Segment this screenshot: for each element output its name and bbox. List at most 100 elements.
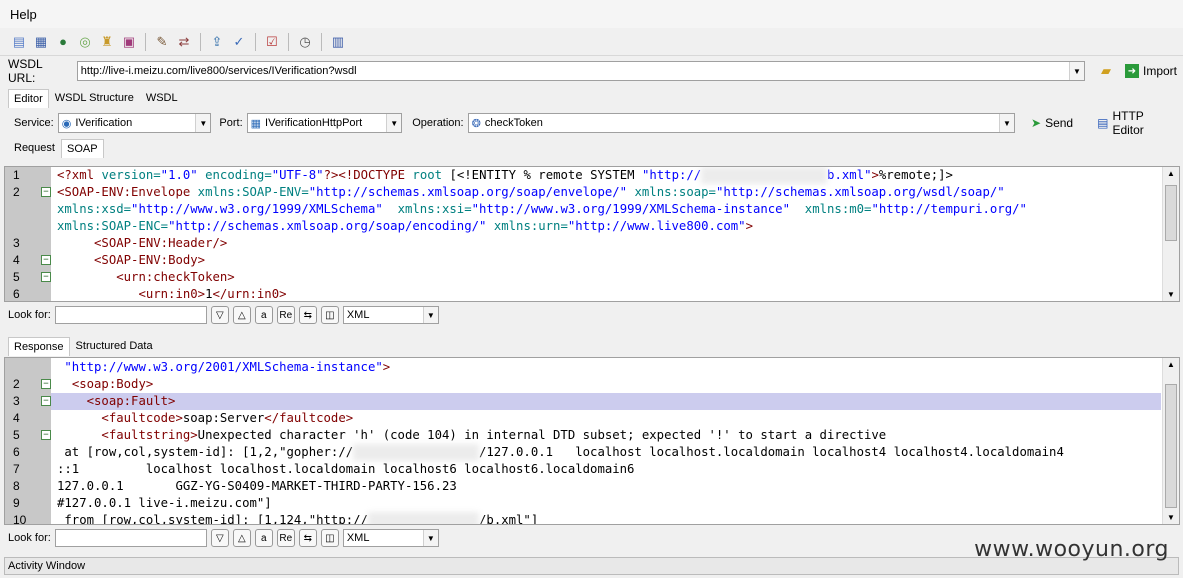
fold-toggle-icon[interactable]: − <box>41 187 51 197</box>
new-icon[interactable]: ▤ <box>10 33 28 51</box>
open-icon[interactable]: ▦ <box>32 33 50 51</box>
send-button[interactable]: ➤ Send <box>1025 116 1079 130</box>
operation-select[interactable]: ❂ checkToken ▼ <box>467 113 1016 133</box>
find-down-icon[interactable]: ▽ <box>210 529 229 547</box>
request-line[interactable]: 1 <?xml version="1.0" encoding="UTF-8"?><… <box>5 167 1161 184</box>
request-scroll-thumb[interactable] <box>1165 185 1177 241</box>
chevron-down-icon[interactable]: ▼ <box>195 114 211 132</box>
response-line[interactable]: 5 − <faultstring>Unexpected character 'h'… <box>5 427 1161 444</box>
chart-icon[interactable]: ▥ <box>329 33 347 51</box>
scroll-up-icon[interactable]: ▲ <box>1167 169 1175 178</box>
tab-response[interactable]: Response <box>8 337 70 356</box>
menu-help[interactable]: Help <box>10 7 37 22</box>
response-line[interactable]: 8 127.0.0.1 GGZ-YG-S0409-MARKET-THIRD-PAR… <box>5 478 1161 495</box>
request-line[interactable]: xmlns:xsd="http://www.w3.org/1999/XMLSch… <box>5 201 1161 218</box>
image-icon[interactable]: ▣ <box>120 33 138 51</box>
validate-icon[interactable]: ✓ <box>230 33 248 51</box>
import-button[interactable]: ➜ Import <box>1119 64 1183 78</box>
export-icon[interactable]: ⇪ <box>208 33 226 51</box>
request-line[interactable]: 4 − <SOAP-ENV:Body> <box>5 252 1161 269</box>
request-line[interactable]: 5 − <urn:checkToken> <box>5 269 1161 286</box>
response-scrollbar[interactable]: ▲ ▼ <box>1162 358 1179 524</box>
compare-icon[interactable]: ⇄ <box>175 33 193 51</box>
line-number: 2 <box>13 377 20 391</box>
service-value: IVerification <box>75 117 133 129</box>
chevron-down-icon[interactable]: ▼ <box>386 114 402 132</box>
globe-icon[interactable]: ● <box>54 33 72 51</box>
service-label: Service: <box>14 117 54 129</box>
response-search-input[interactable] <box>54 529 207 547</box>
scroll-down-icon[interactable]: ▼ <box>1167 513 1175 522</box>
request-line[interactable]: 3 <SOAP-ENV:Header/> <box>5 235 1161 252</box>
response-format-select[interactable]: XML ▼ <box>342 529 439 547</box>
response-line[interactable]: 3 − <soap:Fault> <box>13 393 1161 410</box>
match-case-icon[interactable]: a <box>254 529 273 547</box>
replace-icon[interactable]: ⇆ <box>298 529 317 547</box>
refresh-icon[interactable]: ◎ <box>76 33 94 51</box>
wrap-icon[interactable]: ◫ <box>320 529 339 547</box>
response-line[interactable]: 4 <faultcode>soap:Server</faultcode> <box>5 410 1161 427</box>
chevron-down-icon[interactable]: ▼ <box>999 114 1015 132</box>
regex-icon[interactable]: Re <box>276 306 295 324</box>
chevron-down-icon[interactable]: ▼ <box>1069 62 1085 80</box>
service-row: Service: ◉ IVerification ▼ Port: ▦ IVeri… <box>0 108 1183 138</box>
replace-icon[interactable]: ⇆ <box>298 306 317 324</box>
code-text: <faultstring>Unexpected character 'h' (c… <box>101 428 887 442</box>
timer-icon[interactable]: ◷ <box>296 33 314 51</box>
response-line[interactable]: 2 − <soap:Body> <box>5 376 1161 393</box>
look-for-label: Look for: <box>8 309 51 321</box>
match-case-icon[interactable]: a <box>254 306 273 324</box>
tab-structured-data[interactable]: Structured Data <box>70 336 159 356</box>
tab-request[interactable]: Request <box>8 138 61 158</box>
chevron-down-icon[interactable]: ▼ <box>422 530 438 546</box>
request-line[interactable]: xmlns:SOAP-ENC="http://schemas.xmlsoap.o… <box>5 218 1161 235</box>
tab-soap[interactable]: SOAP <box>60 139 104 158</box>
regex-icon[interactable]: Re <box>276 529 295 547</box>
check-icon[interactable]: ☑ <box>263 33 281 51</box>
fold-toggle-icon[interactable]: − <box>41 396 51 406</box>
find-up-icon[interactable]: △ <box>232 529 251 547</box>
toolbar-separator <box>255 32 256 51</box>
edit-icon[interactable]: ✎ <box>153 33 171 51</box>
wrap-icon[interactable]: ◫ <box>320 306 339 324</box>
folder-icon[interactable]: ▰ <box>1097 62 1115 80</box>
tab-wsdl-structure[interactable]: WSDL Structure <box>49 88 140 108</box>
scroll-up-icon[interactable]: ▲ <box>1167 360 1175 369</box>
port-label: Port: <box>219 117 243 129</box>
scroll-down-icon[interactable]: ▼ <box>1167 290 1175 299</box>
wsdl-url-input[interactable]: http://live-i.meizu.com/live800/services… <box>76 61 1086 81</box>
find-up-icon[interactable]: △ <box>232 306 251 324</box>
code-text: 127.0.0.1 GGZ-YG-S0409-MARKET-THIRD-PART… <box>57 479 457 493</box>
code-text: <urn:checkToken> <box>116 270 235 284</box>
response-line[interactable]: "http://www.w3.org/2001/XMLSchema-instan… <box>5 359 1161 376</box>
request-search-input[interactable] <box>54 306 207 324</box>
response-line[interactable]: 7::1 localhost localhost.localdomain loc… <box>5 461 1161 478</box>
request-line[interactable]: 2 − <SOAP-ENV:Envelope xmlns:SOAP-ENV="htt… <box>5 184 1161 201</box>
fold-toggle-icon[interactable]: − <box>41 272 51 282</box>
toolbar-separator <box>288 32 289 51</box>
tab-editor[interactable]: Editor <box>8 89 49 108</box>
secure-icon[interactable]: ♜ <box>98 33 116 51</box>
request-line[interactable]: 6 <urn:in0>1</urn:in0> <box>5 286 1161 301</box>
tab-wsdl[interactable]: WSDL <box>140 88 184 108</box>
response-editor[interactable]: "http://www.w3.org/2001/XMLSchema-instan… <box>4 357 1180 525</box>
line-number: 5 <box>13 270 20 284</box>
response-line[interactable]: 10 from [row,col,system-id]: [1,124,"htt… <box>5 512 1161 524</box>
find-down-icon[interactable]: ▽ <box>210 306 229 324</box>
fold-toggle-icon[interactable]: − <box>41 255 51 265</box>
fold-toggle-icon[interactable]: − <box>41 379 51 389</box>
request-editor[interactable]: 1 <?xml version="1.0" encoding="UTF-8"?><… <box>4 166 1180 302</box>
response-line[interactable]: 9 #127.0.0.1 live-i.meizu.com"] <box>5 495 1161 512</box>
request-format-select[interactable]: XML ▼ <box>342 306 439 324</box>
request-scrollbar[interactable]: ▲ ▼ <box>1162 167 1179 301</box>
response-line[interactable]: 6 at [row,col,system-id]: [1,2,"gopher:/… <box>5 444 1161 461</box>
operation-value: checkToken <box>484 117 543 129</box>
fold-toggle-icon[interactable]: − <box>41 430 51 440</box>
response-scroll-thumb[interactable] <box>1165 384 1177 508</box>
http-editor-button[interactable]: ▤ HTTP Editor <box>1091 109 1183 137</box>
look-for-label: Look for: <box>8 532 51 544</box>
port-select[interactable]: ▦ IVerificationHttpPort ▼ <box>246 113 403 133</box>
service-select[interactable]: ◉ IVerification ▼ <box>57 113 212 133</box>
operation-label: Operation: <box>412 117 464 129</box>
chevron-down-icon[interactable]: ▼ <box>422 307 438 323</box>
